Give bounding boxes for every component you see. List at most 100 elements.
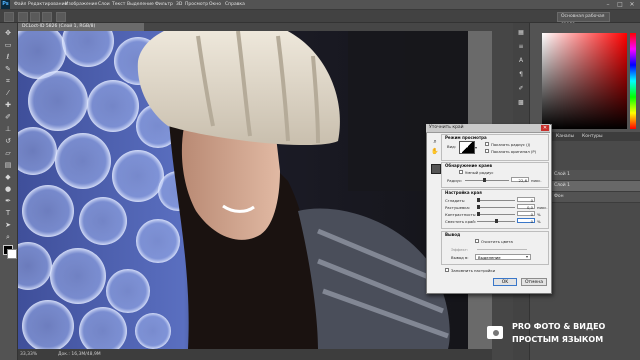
ok-button[interactable]: OK [493, 278, 517, 286]
brush-size-icon[interactable] [56, 12, 66, 22]
path-selection-tool-icon[interactable]: ➤ [3, 221, 13, 230]
chevron-down-icon[interactable]: ▾ [526, 254, 528, 259]
feather-slider-knob[interactable] [477, 205, 480, 209]
contrast-field[interactable]: 0 [517, 211, 535, 217]
document-tab[interactable]: DCLoct-ID 5826 (Слой 1, RGB/8) [18, 23, 144, 31]
radius-slider-knob[interactable] [483, 178, 486, 182]
output-heading: Вывод [445, 232, 461, 237]
decontaminate-checkbox[interactable] [475, 239, 479, 243]
add-to-selection-icon[interactable] [30, 12, 40, 22]
smooth-slider-knob[interactable] [477, 198, 480, 202]
dialog-close-icon[interactable]: ✕ [541, 125, 549, 131]
color-picker-field[interactable] [542, 33, 627, 129]
background-color-swatch[interactable] [7, 249, 17, 259]
zoom-tool-icon[interactable]: ⌕ [3, 233, 13, 242]
properties-panel-icon[interactable]: ≡ [517, 43, 525, 51]
adjust-edge-heading: Настройка края [445, 190, 482, 195]
quick-selection-tool-icon[interactable]: ✎ [3, 65, 13, 74]
contrast-slider-knob[interactable] [477, 212, 480, 216]
hand-icon[interactable]: ✋ [431, 148, 439, 156]
clone-stamp-tool-icon[interactable]: ⊥ [3, 125, 13, 134]
swatches-panel-icon[interactable]: ▩ [517, 99, 525, 107]
radius-field[interactable]: 22,6 [511, 177, 529, 183]
menu-type[interactable]: Текст [112, 0, 125, 9]
menu-filter[interactable]: Фильтр [155, 0, 173, 9]
shift-edge-field[interactable]: 0 [517, 218, 535, 224]
feather-unit: пикс. [537, 205, 548, 210]
workspace-switcher[interactable]: Основная рабочая среда [557, 12, 610, 27]
cancel-button[interactable]: Отмена [521, 278, 547, 286]
tab-paths[interactable]: Контуры [582, 132, 603, 141]
view-thumbnail[interactable] [459, 141, 475, 154]
menu-file[interactable]: Файл [14, 0, 26, 9]
history-panel-icon[interactable]: ▦ [517, 29, 525, 37]
smart-radius-checkbox[interactable] [459, 170, 463, 174]
amount-label: Эффект: [451, 247, 469, 252]
eraser-tool-icon[interactable]: ▱ [3, 149, 13, 158]
output-to-label: Вывод в: [451, 255, 469, 260]
show-radius-label: Показать радиус (J) [491, 142, 531, 147]
feather-field[interactable]: 0,0 [517, 204, 535, 210]
marquee-tool-icon[interactable]: ▭ [3, 41, 13, 50]
minimize-icon[interactable]: – [604, 1, 612, 8]
menu-view[interactable]: Просмотр [185, 0, 208, 9]
show-radius-checkbox[interactable] [485, 142, 489, 146]
paragraph-panel-icon[interactable]: ¶ [517, 71, 525, 79]
radius-slider[interactable] [465, 180, 509, 181]
menu-3d[interactable]: 3D [176, 0, 182, 9]
character-panel-icon[interactable]: A [517, 57, 525, 65]
amount-slider[interactable] [477, 249, 527, 250]
photoshop-logo: Ps [1, 0, 10, 9]
brush-tool-icon[interactable]: ✐ [3, 113, 13, 122]
contrast-slider[interactable] [477, 214, 515, 215]
dialog-title-bar[interactable]: Уточнить край ✕ [426, 124, 550, 133]
type-tool-icon[interactable]: T [3, 209, 13, 218]
tab-channels[interactable]: Каналы [556, 132, 574, 141]
healing-brush-tool-icon[interactable]: ✚ [3, 101, 13, 110]
feather-slider[interactable] [477, 207, 515, 208]
view-dropdown-arrow-icon[interactable]: ▾ [475, 145, 477, 150]
eyedropper-tool-icon[interactable]: ⁄ [3, 89, 13, 98]
radius-label: Радиус: [447, 178, 463, 183]
maximize-icon[interactable]: □ [616, 1, 624, 8]
edge-detection-heading: Обнаружение краев [445, 163, 493, 168]
zoom-icon[interactable]: ⌕ [431, 138, 439, 146]
menu-help[interactable]: Справка [225, 0, 245, 9]
dialog-title: Уточнить край [429, 125, 464, 130]
menu-window[interactable]: Окно [209, 0, 221, 9]
smart-radius-label: Умный радиус [465, 170, 494, 175]
watermark-line2: ПРОСТЫМ ЯЗЫКОМ [512, 335, 604, 344]
refine-radius-tool-icon[interactable] [431, 164, 441, 174]
history-brush-tool-icon[interactable]: ↺ [3, 137, 13, 146]
crop-tool-icon[interactable]: ⌗ [3, 77, 13, 86]
output-to-select[interactable]: Выделение [475, 254, 531, 260]
contrast-unit: % [537, 212, 541, 217]
hue-slider[interactable] [630, 33, 636, 129]
pen-tool-icon[interactable]: ✒ [3, 197, 13, 206]
shift-edge-slider-knob[interactable] [495, 219, 498, 223]
output-to-value: Выделение [478, 255, 501, 260]
show-original-checkbox[interactable] [485, 149, 489, 153]
new-selection-icon[interactable] [18, 12, 28, 22]
smooth-slider[interactable] [477, 200, 515, 201]
view-label: Вид: [447, 144, 456, 149]
blur-tool-icon[interactable]: ◆ [3, 173, 13, 182]
menu-select[interactable]: Выделение [127, 0, 154, 9]
gradient-tool-icon[interactable]: ▤ [3, 161, 13, 170]
remember-settings-label: Запомнить настройки [451, 268, 496, 273]
lasso-tool-icon[interactable]: ℓ [3, 53, 13, 62]
close-icon[interactable]: ✕ [628, 1, 636, 8]
brush-preset-icon[interactable] [4, 12, 14, 22]
smooth-field[interactable]: 0 [517, 197, 535, 203]
move-tool-icon[interactable]: ✥ [3, 29, 13, 38]
menu-layers[interactable]: Слои [98, 0, 110, 9]
menu-image[interactable]: Изображение [65, 0, 97, 9]
document-size: Док.: 16,3M/48,9M [58, 352, 101, 357]
brush-panel-icon[interactable]: ✐ [517, 85, 525, 93]
menu-edit[interactable]: Редактирование [28, 0, 67, 9]
remember-settings-checkbox[interactable] [445, 268, 449, 272]
dodge-tool-icon[interactable]: ● [3, 185, 13, 194]
zoom-level[interactable]: 33,33% [20, 349, 37, 360]
canvas[interactable] [18, 31, 492, 349]
subtract-selection-icon[interactable] [42, 12, 52, 22]
